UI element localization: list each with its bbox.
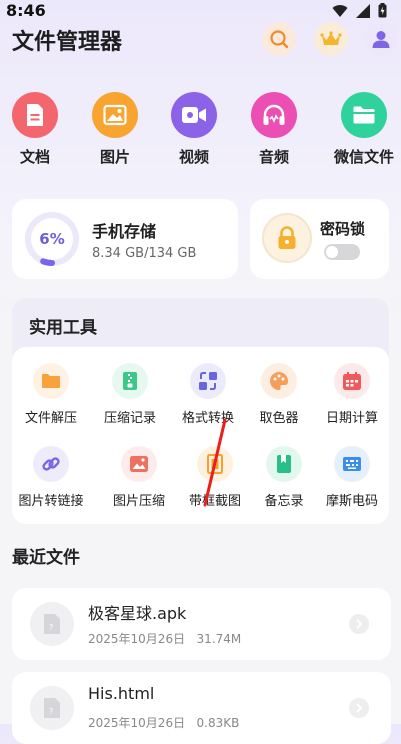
- status-icons: [332, 3, 387, 18]
- image-compress-icon: [121, 446, 157, 482]
- tool-label: 取色器: [259, 411, 299, 426]
- file-meta: 2025年10月26日 0.83KB: [88, 714, 239, 731]
- tool-label: 带框截图: [188, 494, 241, 509]
- chevron-right-icon[interactable]: [349, 698, 369, 718]
- category-label: 微信文件: [333, 148, 394, 166]
- folder-icon: [341, 92, 387, 138]
- tool-format-convert[interactable]: 格式转换: [170, 363, 246, 426]
- password-lock-toggle[interactable]: [324, 244, 360, 260]
- tool-file-unzip[interactable]: 文件解压: [13, 363, 89, 426]
- category-wechat-files[interactable]: 微信文件: [327, 92, 401, 167]
- svg-text:?: ?: [49, 623, 53, 632]
- signal-icon: [356, 3, 370, 18]
- category-videos[interactable]: 视频: [159, 92, 229, 167]
- tool-morse-code[interactable]: 摩斯电码: [314, 446, 390, 509]
- search-icon: [270, 30, 289, 49]
- image-link-icon: [33, 446, 69, 482]
- lock-icon: [262, 213, 312, 263]
- unknown-file-icon: ?: [30, 602, 74, 646]
- status-time: 8:46: [6, 1, 46, 20]
- zip-record-icon: [112, 363, 148, 399]
- category-label: 视频: [178, 148, 209, 166]
- tool-label: 图片转链接: [18, 494, 84, 509]
- memo-icon: [266, 446, 302, 482]
- headphones-icon: [251, 92, 297, 138]
- file-name: 极客星球.apk: [88, 604, 187, 623]
- file-name: His.html: [88, 684, 155, 703]
- status-bar: 8:46: [0, 0, 401, 22]
- category-label: 图片: [99, 148, 130, 166]
- toggle-knob: [326, 246, 338, 258]
- profile-button[interactable]: [364, 22, 398, 56]
- tools-title: 实用工具: [29, 318, 97, 338]
- file-size: 0.83KB: [196, 716, 240, 730]
- file-size: 31.74M: [196, 632, 242, 646]
- calendar-icon: [334, 363, 370, 399]
- recent-file-item[interactable]: ? His.html 2025年10月26日 0.83KB: [12, 672, 391, 744]
- tool-memo[interactable]: 备忘录: [246, 446, 322, 509]
- tool-label: 日期计算: [325, 411, 378, 426]
- video-icon: [171, 92, 217, 138]
- search-button[interactable]: [262, 22, 296, 56]
- user-icon: [372, 31, 390, 48]
- tool-date-calc[interactable]: 日期计算: [314, 363, 390, 426]
- storage-percent: 6%: [39, 230, 65, 248]
- vip-button[interactable]: [314, 22, 348, 56]
- svg-text:?: ?: [49, 707, 53, 716]
- tool-label: 文件解压: [24, 411, 77, 426]
- tool-zip-record[interactable]: 压缩记录: [92, 363, 168, 426]
- tool-image-compress[interactable]: 图片压缩: [101, 446, 177, 509]
- tool-label: 摩斯电码: [325, 494, 378, 509]
- recent-files-title: 最近文件: [12, 548, 80, 568]
- password-lock-card[interactable]: 密码锁: [250, 199, 389, 279]
- category-documents[interactable]: 文档: [0, 92, 70, 167]
- document-icon: [12, 92, 58, 138]
- storage-size: 8.34 GB/134 GB: [92, 246, 197, 261]
- tool-color-picker[interactable]: 取色器: [241, 363, 317, 426]
- frame-screenshot-icon: [197, 446, 233, 482]
- recent-file-item[interactable]: ? 极客星球.apk 2025年10月26日 31.74M: [12, 588, 391, 660]
- tool-frame-screenshot[interactable]: 带框截图: [177, 446, 253, 509]
- image-icon: [92, 92, 138, 138]
- storage-title: 手机存储: [92, 222, 157, 241]
- wifi-icon: [332, 4, 348, 17]
- category-label: 文档: [19, 148, 50, 166]
- tool-label: 图片压缩: [112, 494, 165, 509]
- morse-icon: [334, 446, 370, 482]
- tool-image-to-link[interactable]: 图片转链接: [13, 446, 89, 509]
- file-date: 2025年10月26日: [88, 716, 186, 730]
- category-audio[interactable]: 音频: [239, 92, 309, 167]
- category-label: 音频: [258, 148, 289, 166]
- page-title: 文件管理器: [12, 30, 123, 55]
- password-lock-title: 密码锁: [320, 220, 366, 238]
- phone-storage-card[interactable]: 6% 手机存储 8.34 GB/134 GB: [12, 199, 238, 279]
- palette-icon: [261, 363, 297, 399]
- chevron-right-icon[interactable]: [349, 614, 369, 634]
- crown-icon: [320, 31, 342, 45]
- tool-label: 备忘录: [264, 494, 304, 509]
- battery-icon: [378, 3, 387, 18]
- category-images[interactable]: 图片: [80, 92, 150, 167]
- file-meta: 2025年10月26日 31.74M: [88, 630, 241, 647]
- tool-label: 格式转换: [181, 411, 234, 426]
- file-date: 2025年10月26日: [88, 632, 186, 646]
- format-convert-icon: [190, 363, 226, 399]
- unknown-file-icon: ?: [30, 686, 74, 730]
- tool-label: 压缩记录: [103, 411, 156, 426]
- folder-unzip-icon: [33, 363, 69, 399]
